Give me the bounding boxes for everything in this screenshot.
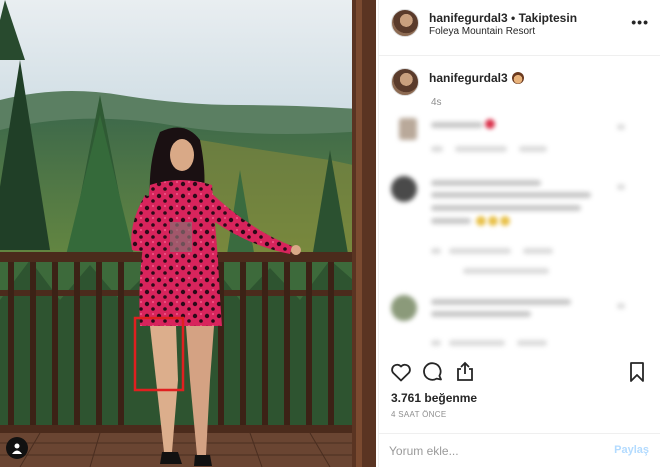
blurred-text: [519, 146, 547, 152]
post-header: hanifegurdal3 • Takiptesin Foleya Mounta…: [379, 0, 660, 56]
blurred-text: [617, 184, 625, 190]
share-icon[interactable]: [453, 360, 479, 386]
caption-line: hanifegurdal3: [429, 71, 524, 85]
add-comment-bar: Paylaş: [379, 433, 660, 467]
comment-avatar: [399, 118, 417, 140]
header-username[interactable]: hanifegurdal3: [429, 11, 508, 25]
bookmark-icon[interactable]: [625, 360, 651, 386]
header-user-line: hanifegurdal3 • Takiptesin: [429, 11, 577, 25]
blurred-text: [463, 268, 549, 274]
avatar[interactable]: [391, 9, 419, 37]
ellipsis-icon[interactable]: •••: [631, 14, 649, 30]
post-comment-button[interactable]: Paylaş: [614, 444, 649, 456]
blurred-text: [431, 299, 571, 305]
follow-status[interactable]: Takiptesin: [519, 11, 577, 25]
header-separator: •: [507, 11, 519, 25]
comment-input[interactable]: [389, 442, 589, 460]
action-bar: [389, 360, 651, 390]
blurred-text: [617, 303, 625, 309]
blurred-text: [431, 192, 591, 198]
blurred-text: [449, 340, 505, 346]
caption-avatar[interactable]: [391, 68, 419, 96]
post-image: [0, 0, 376, 467]
blurred-text: [431, 248, 441, 254]
blurred-text: [431, 311, 531, 317]
like-count[interactable]: 3.761 beğenme: [391, 391, 477, 405]
tagged-user-icon[interactable]: [6, 437, 28, 459]
blurred-text: [431, 180, 541, 186]
post-photo[interactable]: [0, 0, 376, 467]
comment-avatar: [391, 295, 417, 321]
caption-username[interactable]: hanifegurdal3: [429, 71, 508, 85]
caption-time: 4s: [431, 97, 442, 108]
comment-bubble-icon[interactable]: [421, 360, 447, 386]
post-timestamp: 4 SAAT ÖNCE: [391, 410, 447, 419]
blurred-text: [617, 124, 625, 130]
blurred-text: [449, 248, 511, 254]
blurred-text: [431, 205, 581, 211]
blurred-text: [431, 122, 483, 128]
comment-avatar: [391, 176, 417, 202]
post-panel: hanifegurdal3 • Takiptesin Foleya Mounta…: [378, 0, 660, 467]
blurred-emoji: [485, 119, 495, 129]
blurred-text: [431, 218, 471, 224]
blurred-text: [455, 146, 507, 152]
monkey-emoji-icon: [511, 72, 524, 84]
heart-icon[interactable]: [389, 360, 415, 386]
blurred-emoji: [488, 216, 498, 226]
blurred-text: [517, 340, 547, 346]
blurred-text: [431, 340, 441, 346]
blurred-text: [523, 248, 553, 254]
location-link[interactable]: Foleya Mountain Resort: [429, 26, 535, 37]
blurred-text: [431, 146, 443, 152]
blurred-emoji: [500, 216, 510, 226]
blurred-emoji: [476, 216, 486, 226]
